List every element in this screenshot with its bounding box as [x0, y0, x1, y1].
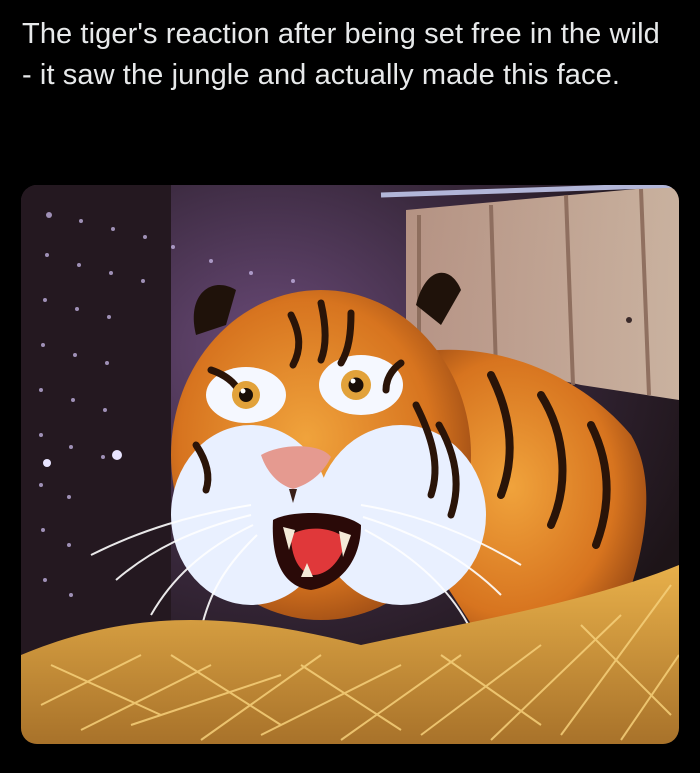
post-text: The tiger's reaction after being set fre… — [22, 18, 660, 91]
tiger-photo — [21, 185, 679, 744]
post-image[interactable] — [21, 185, 679, 744]
post: The tiger's reaction after being set fre… — [0, 0, 700, 773]
